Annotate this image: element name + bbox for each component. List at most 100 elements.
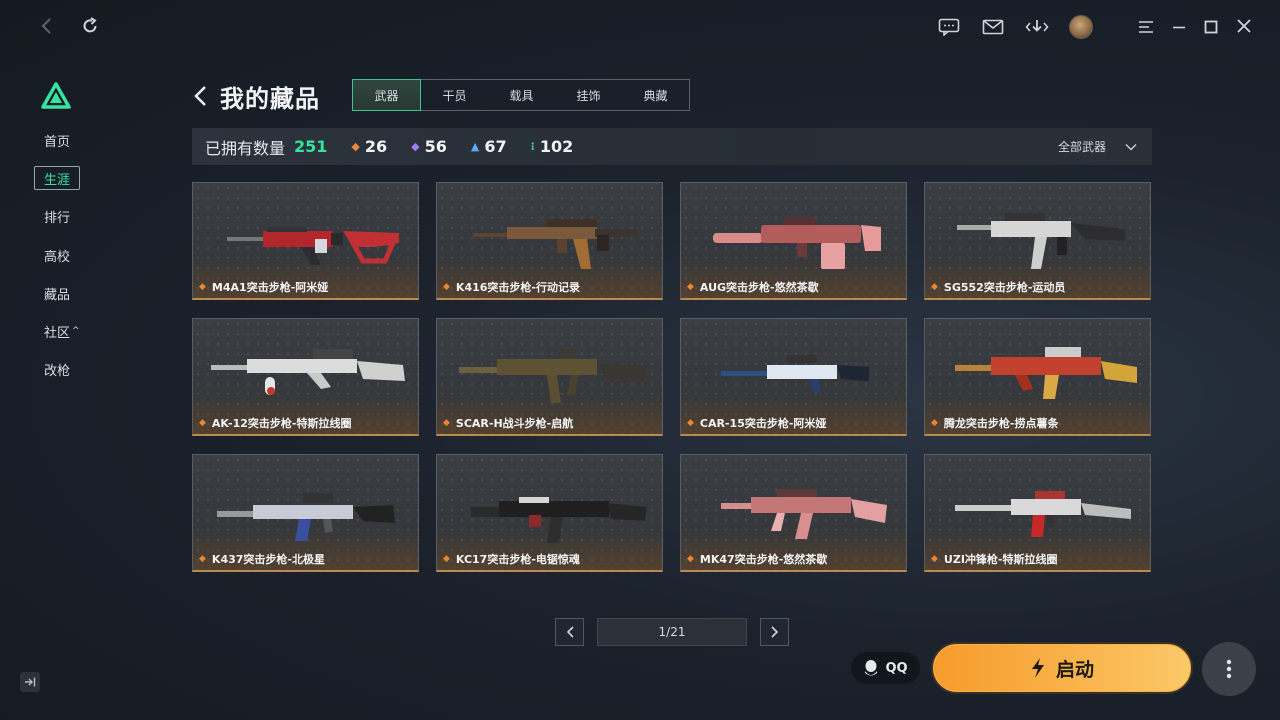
dots-icon: ⁝ <box>530 140 535 153</box>
rarity-count-green: ⁝ 102 <box>531 137 574 156</box>
sidebar-item-label: 生涯 <box>44 172 71 188</box>
filter-label: 全部武器 <box>1057 140 1106 154</box>
item-card[interactable]: ◆ KC17突击步枪-电锯惊魂 <box>436 454 663 572</box>
tab-charms[interactable]: 挂饰 <box>555 80 622 110</box>
sidebar-item-collection[interactable]: 藏品 <box>34 281 80 305</box>
item-card[interactable]: ◆ SCAR-H战斗步枪-启航 <box>436 318 663 436</box>
chevron-down-icon <box>1125 143 1137 151</box>
next-page-button[interactable] <box>760 618 789 646</box>
qq-login-button[interactable]: QQ <box>851 652 920 684</box>
item-name: SG552突击步枪-运动员 <box>943 281 1066 294</box>
sidebar-item-label: 排行 <box>44 210 71 226</box>
maximize-icon[interactable] <box>1202 18 1220 36</box>
mail-icon[interactable] <box>981 16 1005 38</box>
diamond-icon: ◆ <box>931 418 938 428</box>
item-card[interactable]: ◆ MK47突击步枪-悠然茶歇 <box>680 454 907 572</box>
item-card[interactable]: ◆ 腾龙突击步枪-捞点薯条 <box>924 318 1151 436</box>
item-name: K416突击步枪-行动记录 <box>455 281 580 294</box>
sidebar-item-home[interactable]: 首页 <box>34 128 80 152</box>
diamond-icon: ◆ <box>687 554 694 564</box>
diamond-icon: ◆ <box>687 282 694 292</box>
rarity-count-value: 102 <box>539 137 574 156</box>
weapon-image <box>459 347 647 403</box>
chevron-left-icon <box>566 626 574 638</box>
qq-penguin-icon <box>865 660 878 676</box>
item-card[interactable]: ◆ K416突击步枪-行动记录 <box>436 182 663 300</box>
owned-label: 已拥有数量 <box>205 138 286 158</box>
diamond-icon: ◆ <box>443 418 450 428</box>
qq-label: QQ <box>885 660 908 676</box>
item-card[interactable]: ◆ AK-12突击步枪-特斯拉线圈 <box>192 318 419 436</box>
back-icon[interactable] <box>36 16 56 36</box>
launch-button[interactable]: 启动 <box>931 642 1193 694</box>
diamond-icon: ◆ <box>351 140 360 153</box>
item-name: 腾龙突击步枪-捞点薯条 <box>943 417 1059 430</box>
close-icon[interactable] <box>1235 17 1253 35</box>
weapon-image <box>211 349 405 395</box>
more-options-button[interactable] <box>1202 642 1256 696</box>
diamond-icon: ◆ <box>443 282 450 292</box>
item-name: CAR-15突击步枪-阿米娅 <box>699 417 827 430</box>
sidebar-item-label: 改枪 <box>44 363 71 379</box>
item-card[interactable]: ◆ CAR-15突击步枪-阿米娅 <box>680 318 907 436</box>
rarity-count-purple: ◆ 56 <box>411 137 447 156</box>
owned-count: 251 <box>294 137 328 156</box>
tab-operators[interactable]: 干员 <box>421 80 488 110</box>
weapon-image <box>955 347 1137 399</box>
sidebar-item-community[interactable]: 社区 ^ <box>34 319 80 343</box>
weapon-filter-dropdown[interactable]: 全部武器 <box>1058 128 1138 165</box>
refresh-icon[interactable] <box>80 16 100 36</box>
tab-premium[interactable]: 典藏 <box>622 80 689 110</box>
download-icon[interactable] <box>1024 16 1050 38</box>
triangle-icon: ▲ <box>470 140 480 153</box>
item-name: AK-12突击步枪-特斯拉线圈 <box>211 417 352 430</box>
sidebar-item-gunsmith[interactable]: 改枪 <box>34 357 80 381</box>
app-logo <box>41 82 71 110</box>
chat-icon[interactable] <box>937 16 961 38</box>
weapon-image <box>217 493 395 541</box>
menu-icon[interactable] <box>1137 18 1155 36</box>
collection-tabs: 武器 干员 载具 挂饰 典藏 <box>352 79 690 111</box>
weapon-image <box>721 355 869 393</box>
diamond-icon: ◆ <box>443 554 450 564</box>
sidebar-item-ranking[interactable]: 排行 <box>34 204 80 228</box>
rarity-count-value: 56 <box>424 137 447 156</box>
item-card[interactable]: ◆ K437突击步枪-北极星 <box>192 454 419 572</box>
page-title: 我的藏品 <box>220 85 320 113</box>
item-card[interactable]: ◆ M4A1突击步枪-阿米娅 <box>192 182 419 300</box>
more-vertical-icon <box>1226 659 1232 679</box>
tab-vehicles[interactable]: 载具 <box>488 80 555 110</box>
sidebar-item-label: 社区 <box>44 325 71 341</box>
item-card[interactable]: ◆ SG552突击步枪-运动员 <box>924 182 1151 300</box>
prev-page-button[interactable] <box>555 618 584 646</box>
diamond-icon: ◆ <box>931 554 938 564</box>
item-name: M4A1突击步枪-阿米娅 <box>211 281 329 294</box>
item-name: SCAR-H战斗步枪-启航 <box>455 417 574 430</box>
title-bar <box>0 0 1280 54</box>
minimize-icon[interactable] <box>1170 18 1188 36</box>
diamond-icon: ◆ <box>199 282 206 292</box>
page-back-icon[interactable] <box>193 84 211 108</box>
weapon-image <box>955 491 1131 537</box>
diamond-icon: ◆ <box>199 418 206 428</box>
item-card[interactable]: ◆ UZI冲锋枪-特斯拉线圈 <box>924 454 1151 572</box>
sidebar-item-college[interactable]: 高校 <box>34 243 80 267</box>
rarity-count-orange: ◆ 26 <box>351 137 387 156</box>
chevron-right-icon <box>770 626 778 638</box>
collapse-sidebar-icon[interactable] <box>20 672 40 692</box>
lightning-icon <box>1031 658 1044 678</box>
sidebar-item-career[interactable]: 生涯 <box>34 166 80 190</box>
weapon-image <box>471 497 647 543</box>
rarity-count-value: 26 <box>364 137 388 156</box>
weapon-image <box>957 213 1125 269</box>
diamond-icon: ◆ <box>411 140 420 153</box>
item-card[interactable]: ◆ AUG突击步枪-悠然茶歇 <box>680 182 907 300</box>
item-name: K437突击步枪-北极星 <box>211 553 325 566</box>
tab-weapons[interactable]: 武器 <box>352 79 421 111</box>
rarity-count-blue: ▲ 67 <box>471 137 507 156</box>
sidebar-item-label: 高校 <box>44 249 71 265</box>
weapon-image <box>721 489 887 539</box>
diamond-icon: ◆ <box>687 418 694 428</box>
avatar[interactable] <box>1069 15 1093 39</box>
diamond-icon: ◆ <box>931 282 938 292</box>
